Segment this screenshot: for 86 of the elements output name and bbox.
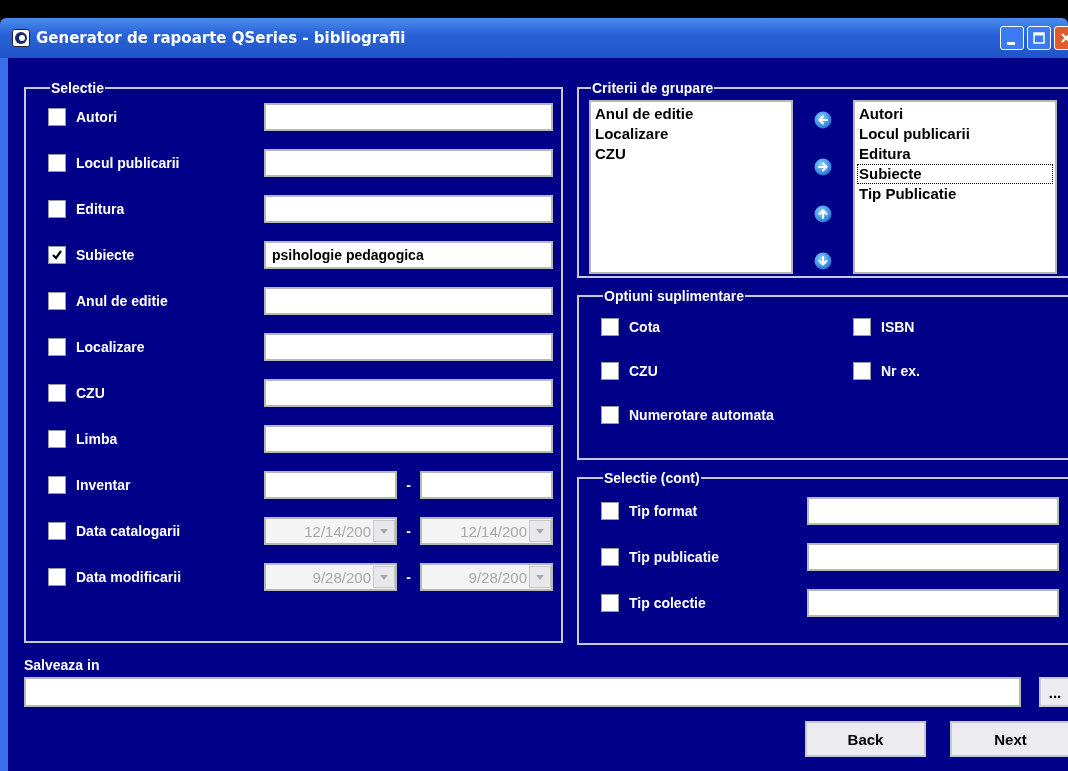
input-field[interactable] (807, 497, 1059, 525)
checkbox[interactable] (601, 548, 619, 566)
list-box[interactable]: Autori Locul publicarii Editura Subiecte Tip Publicatie (853, 100, 1057, 274)
checkbox[interactable] (48, 200, 66, 218)
checkbox-label: Localizare (76, 339, 145, 355)
list-item[interactable]: Anul de editie (593, 104, 789, 124)
checkbox-label: ISBN (881, 319, 915, 335)
checkbox-label: Numerotare automata (629, 407, 774, 423)
input-field[interactable] (264, 379, 553, 407)
checkbox-label: Anul de editie (76, 293, 168, 309)
caret-icon (380, 574, 388, 580)
checkbox-label: Data catalogarii (76, 523, 181, 539)
checkbox[interactable] (601, 318, 619, 336)
browse-button[interactable]: ... (1039, 677, 1068, 707)
checkbox-label: Tip format (629, 503, 698, 519)
arrow-right-button[interactable] (813, 157, 833, 177)
checkbox[interactable] (48, 292, 66, 310)
input-field[interactable] (264, 333, 553, 361)
checkbox[interactable] (601, 406, 619, 424)
group-title: Optiuni suplimentare (603, 288, 745, 304)
list-item[interactable]: CZU (593, 144, 789, 164)
checkbox[interactable] (601, 362, 619, 380)
checkbox-label: Tip publicatie (629, 549, 719, 565)
field-label: Salveaza in (24, 657, 101, 673)
checkbox-label: Editura (76, 201, 125, 217)
range-separator: - (405, 569, 412, 585)
checkbox[interactable] (48, 476, 66, 494)
window-title: Generator de rapoarte QSeries - bibliografii (36, 29, 407, 47)
maximize-button[interactable] (1027, 26, 1051, 50)
caret-icon (536, 528, 544, 534)
checkbox-label: CZU (76, 385, 105, 401)
wizard-button[interactable]: Next (950, 721, 1068, 757)
list-box[interactable]: Anul de editie Localizare CZU (589, 100, 793, 274)
checkbox[interactable] (48, 246, 66, 264)
checkbox[interactable] (48, 430, 66, 448)
checkbox-label: Locul publicarii (76, 155, 180, 171)
checkbox-label: Subiecte (76, 247, 135, 263)
input-field[interactable] (264, 149, 553, 177)
checkbox[interactable] (48, 154, 66, 172)
checkbox-label: Cota (629, 319, 661, 335)
checkbox[interactable] (853, 318, 871, 336)
list-item[interactable]: Localizare (593, 124, 789, 144)
input-field[interactable] (807, 589, 1059, 617)
checkbox-label: CZU (629, 363, 658, 379)
checkbox-label: Nr ex. (881, 363, 920, 379)
input-field[interactable]: psihologie pedagogica (264, 241, 553, 269)
input-field[interactable] (264, 103, 553, 131)
checkbox[interactable] (48, 108, 66, 126)
input-field[interactable] (264, 425, 553, 453)
caret-icon (536, 574, 544, 580)
group-title: Selectie (cont) (603, 470, 701, 486)
group-title: Criterii de grupare (591, 80, 715, 96)
checkbox-label: Limba (76, 431, 118, 447)
input-field[interactable] (24, 677, 1021, 707)
range-separator: - (405, 477, 412, 493)
checkbox-label: Tip colectie (629, 595, 706, 611)
checkbox-label: Autori (76, 109, 118, 125)
wizard-button[interactable]: Back (805, 721, 926, 757)
minimize-button[interactable] (1000, 26, 1024, 50)
input-field[interactable] (264, 471, 397, 499)
checkbox-label: Data modificarii (76, 569, 182, 585)
list-item[interactable]: Tip Publicatie (857, 184, 1053, 204)
checkbox[interactable] (601, 502, 619, 520)
arrow-up-button[interactable] (813, 204, 833, 224)
app-icon (12, 29, 30, 47)
list-item[interactable]: Autori (857, 104, 1053, 124)
checkbox[interactable] (601, 594, 619, 612)
arrow-left-button[interactable] (813, 110, 833, 130)
arrow-down-button[interactable] (813, 251, 833, 271)
range-separator: - (405, 523, 412, 539)
check-icon (51, 249, 63, 261)
maximize-icon (1033, 32, 1045, 44)
list-item[interactable]: Locul publicarii (857, 124, 1053, 144)
input-field[interactable] (264, 287, 553, 315)
list-item[interactable]: Editura (857, 144, 1053, 164)
input-field[interactable] (264, 195, 553, 223)
group-title: Selectie (50, 80, 105, 96)
input-field[interactable] (420, 471, 553, 499)
caret-icon (380, 528, 388, 534)
checkbox[interactable] (48, 384, 66, 402)
minimize-icon (1006, 41, 1015, 45)
list-item[interactable]: Subiecte (857, 164, 1053, 184)
input-field[interactable] (807, 543, 1059, 571)
checkbox[interactable] (48, 338, 66, 356)
checkbox-label: Inventar (76, 477, 131, 493)
checkbox[interactable] (853, 362, 871, 380)
